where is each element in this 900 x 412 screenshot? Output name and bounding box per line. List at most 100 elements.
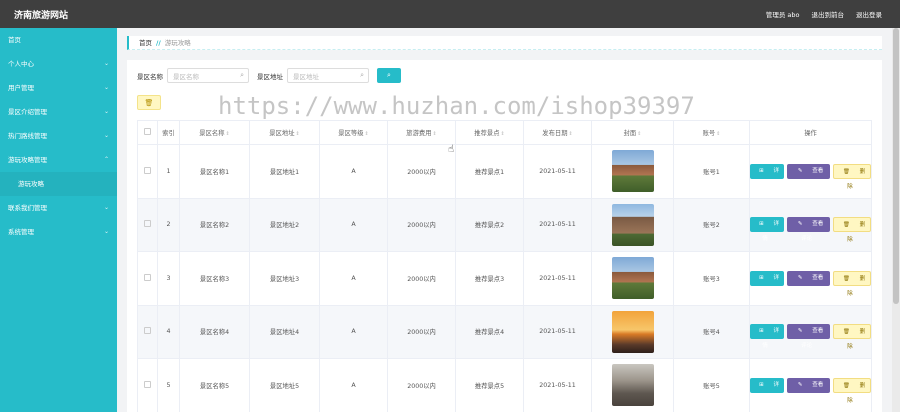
sidebar-item-label: 系统管理 xyxy=(8,228,34,236)
sidebar-item-label: 首页 xyxy=(8,36,21,44)
row-actions: ⊞ 详情 ✎ 查看评论 🗑 删除 xyxy=(750,270,871,297)
row-checkbox[interactable] xyxy=(144,380,151,388)
cover-image xyxy=(611,310,654,353)
sidebar-item-label: 联系我们管理 xyxy=(8,204,47,212)
scenic-address-label: 景区地址 xyxy=(257,72,283,81)
sort-icon[interactable]: ⇕ xyxy=(716,131,720,137)
cell-addr: 景区地址2 xyxy=(249,197,320,252)
sort-icon[interactable]: ⇕ xyxy=(500,131,504,137)
cell-cover xyxy=(591,304,674,359)
view-comments-icon: ✎ xyxy=(797,167,805,174)
view-comments-button[interactable]: ✎ 查看评论 xyxy=(787,377,830,403)
sort-icon[interactable]: ⇕ xyxy=(364,131,368,137)
column-header: 景区等级⇕ xyxy=(319,120,388,145)
cell-cover xyxy=(591,251,674,306)
detail-button[interactable]: ⊞ 详情 xyxy=(750,163,785,189)
cell-cost: 2000以内 xyxy=(387,251,456,306)
row-checkbox[interactable] xyxy=(144,220,151,228)
breadcrumb-separator: // xyxy=(156,39,161,47)
sidebar-item-4[interactable]: 热门路线管理 ⌄ xyxy=(0,124,117,148)
view-comments-icon: ✎ xyxy=(797,381,805,388)
cover-image xyxy=(611,203,654,246)
column-header: 旅游费用⇕ xyxy=(387,120,456,145)
delete-button[interactable]: 🗑 删除 xyxy=(832,324,871,350)
column-header-label: 账号 xyxy=(702,130,716,137)
cell-addr: 景区地址3 xyxy=(249,251,320,306)
breadcrumb-home[interactable]: 首页 xyxy=(139,39,152,47)
view-comments-icon: ✎ xyxy=(797,274,805,281)
sidebar-item-7[interactable]: 联系我们管理 ⌄ xyxy=(0,196,117,220)
row-actions: ⊞ 详情 ✎ 查看评论 🗑 删除 xyxy=(750,163,871,190)
sidebar-item-label: 热门路线管理 xyxy=(8,132,47,140)
scenic-address-placeholder: 景区地址 xyxy=(293,72,319,81)
cell-account: 账号5 xyxy=(673,358,750,412)
detail-button[interactable]: ⊞ 详情 xyxy=(750,217,785,242)
cell-account: 账号3 xyxy=(673,251,750,306)
sort-icon[interactable]: ⇕ xyxy=(637,131,641,137)
sort-icon[interactable]: ⇕ xyxy=(568,131,572,137)
row-checkbox[interactable] xyxy=(144,327,151,335)
scenic-address-input[interactable]: 景区地址 ⌕ xyxy=(287,68,369,83)
delete-button[interactable]: 🗑 删除 xyxy=(832,270,871,297)
cell-index: 4 xyxy=(157,304,180,359)
back-to-front-link[interactable]: 退出到前台 xyxy=(812,9,845,19)
column-header: 景区地址⇕ xyxy=(249,120,320,145)
page-scrollbar[interactable] xyxy=(892,28,900,412)
row-checkbox[interactable] xyxy=(144,273,151,281)
cell-actions: ⊞ 详情 ✎ 查看评论 🗑 删除 xyxy=(749,358,872,412)
detail-icon: ⊞ xyxy=(759,328,766,335)
cell-level: A xyxy=(319,304,388,359)
delete-button[interactable]: 🗑 删除 xyxy=(832,377,871,404)
sidebar-item-8[interactable]: 系统管理 ⌄ xyxy=(0,220,117,244)
delete-button[interactable]: 🗑 删除 xyxy=(832,163,871,190)
select-all-header[interactable] xyxy=(137,120,158,145)
admin-user-link[interactable]: 管理员 abo xyxy=(766,9,800,19)
sidebar-item-1[interactable]: 个人中心 ⌄ xyxy=(0,52,117,76)
cell-date: 2021-05-11 xyxy=(523,197,592,252)
view-comments-button[interactable]: ✎ 查看评论 xyxy=(787,270,830,296)
cell-level: A xyxy=(319,144,388,199)
sidebar-item-3[interactable]: 景区介绍管理 ⌄ xyxy=(0,100,117,124)
mouse-cursor-icon: ☝ xyxy=(448,144,455,155)
cell-name: 景区名称4 xyxy=(179,304,250,359)
logout-link[interactable]: 退出登录 xyxy=(856,9,882,19)
view-comments-icon: ✎ xyxy=(797,221,805,228)
detail-button[interactable]: ⊞ 详情 xyxy=(750,377,785,403)
bulk-delete-button[interactable]: 🗑 xyxy=(137,95,161,110)
sidebar-item-5[interactable]: 游玩攻略管理 ⌃ xyxy=(0,148,117,172)
sidebar-item-2[interactable]: 用户管理 ⌄ xyxy=(0,76,117,100)
select-all-checkbox[interactable] xyxy=(144,128,151,135)
sidebar-item-label: 游玩攻略管理 xyxy=(8,156,47,164)
cell-addr: 景区地址5 xyxy=(249,358,320,412)
top-links: 管理员 abo 退出到前台 退出登录 xyxy=(766,9,900,19)
delete-button[interactable]: 🗑 删除 xyxy=(832,217,871,243)
sort-icon[interactable]: ⇕ xyxy=(432,131,436,137)
sidebar-item-6[interactable]: 游玩攻略 xyxy=(0,172,117,196)
cell-date: 2021-05-11 xyxy=(523,358,592,412)
sort-icon[interactable]: ⇕ xyxy=(225,131,229,137)
scrollbar-thumb[interactable] xyxy=(893,28,899,304)
scenic-name-input[interactable]: 景区名称 ⌕ xyxy=(167,68,249,83)
cover-image xyxy=(611,150,654,193)
view-comments-button[interactable]: ✎ 查看评论 xyxy=(787,163,830,189)
scenic-name-placeholder: 景区名称 xyxy=(173,72,199,81)
table-row: 5 景区名称5 景区地址5 A 2000以内 推荐景点5 2021-05-11 账号5 ⊞ 详情… xyxy=(137,358,872,412)
detail-button[interactable]: ⊞ 详情 xyxy=(750,270,785,296)
column-header-label: 发布日期 xyxy=(542,130,568,137)
breadcrumb: 首页 //游玩攻略 xyxy=(127,36,882,50)
detail-button[interactable]: ⊞ 详情 xyxy=(750,324,785,349)
column-header: 景区名称⇕ xyxy=(179,120,250,145)
cell-cover xyxy=(591,144,674,199)
column-header-label: 索引 xyxy=(162,130,175,137)
sidebar-item-0[interactable]: 首页 xyxy=(0,28,117,52)
cell-cover xyxy=(591,197,674,252)
column-header: 发布日期⇕ xyxy=(523,120,592,145)
view-comments-button[interactable]: ✎ 查看评论 xyxy=(787,324,830,349)
search-button[interactable]: ⌕ xyxy=(377,68,401,83)
sort-icon[interactable]: ⇕ xyxy=(295,131,299,137)
view-comments-button[interactable]: ✎ 查看评论 xyxy=(787,217,830,242)
detail-icon: ⊞ xyxy=(759,381,766,388)
row-checkbox[interactable] xyxy=(144,166,151,174)
breadcrumb-current: 游玩攻略 xyxy=(164,39,191,47)
detail-icon: ⊞ xyxy=(759,167,766,174)
